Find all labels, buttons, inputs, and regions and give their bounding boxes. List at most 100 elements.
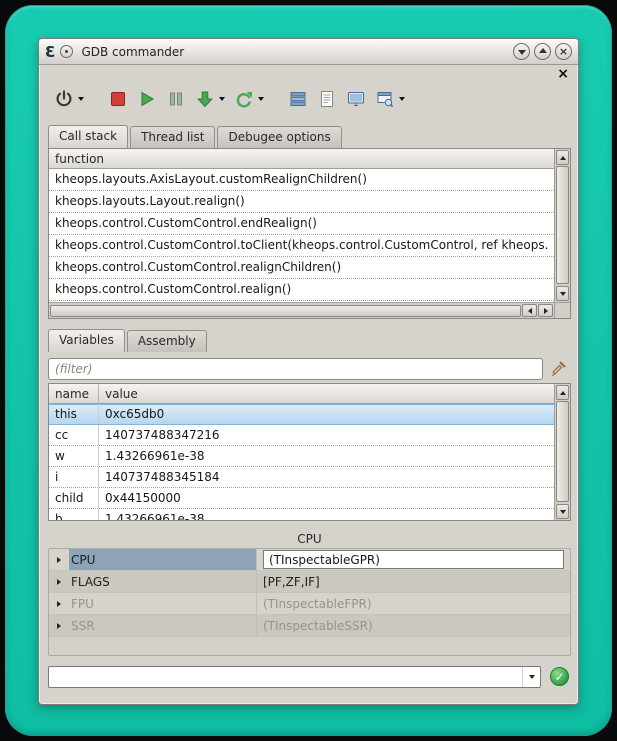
command-input[interactable]: [49, 667, 522, 687]
pause-button[interactable]: [163, 87, 189, 111]
cpu-row[interactable]: FPU (TInspectableFPR): [49, 593, 570, 615]
scrollbar-corner: [554, 302, 570, 318]
variable-row[interactable]: child 0x44150000: [49, 488, 554, 509]
stack-frame-row[interactable]: kheops.layouts.AxisLayout.customRealignC…: [49, 169, 554, 191]
variable-row[interactable]: i 140737488345184: [49, 467, 554, 488]
value-editor[interactable]: (TInspectableGPR): [263, 550, 564, 569]
tab-call-stack[interactable]: Call stack: [48, 125, 128, 148]
variable-value: 140737488345184: [99, 467, 554, 487]
scroll-up-button[interactable]: [556, 385, 569, 400]
minimize-button[interactable]: [513, 43, 530, 60]
close-button[interactable]: ×: [555, 43, 572, 60]
list-button[interactable]: [285, 87, 311, 111]
horizontal-scrollbar-thumb[interactable]: [50, 305, 521, 317]
maximize-button[interactable]: [534, 43, 551, 60]
cpu-row[interactable]: CPU (TInspectableGPR): [49, 549, 570, 571]
variable-row[interactable]: cc 140737488347216: [49, 425, 554, 446]
terminal-icon: [346, 89, 366, 109]
app-icon: Ɛ: [45, 44, 55, 60]
triangle-down-icon: [560, 510, 566, 514]
callstack-horizontal-scrollbar[interactable]: [49, 302, 554, 318]
command-row: ✓: [48, 665, 569, 688]
terminal-button[interactable]: [343, 87, 369, 111]
column-header-name[interactable]: name: [49, 384, 99, 403]
expander-icon[interactable]: [49, 571, 69, 592]
tab-variables[interactable]: Variables: [48, 329, 125, 352]
variable-value: 140737488347216: [99, 425, 554, 445]
callstack-table: function kheops.layouts.AxisLayout.custo…: [48, 148, 571, 319]
windows-button[interactable]: [372, 87, 408, 111]
column-header-function[interactable]: function: [49, 149, 110, 168]
triangle-down-icon: [529, 675, 535, 679]
chevron-down-icon[interactable]: [219, 97, 225, 101]
cpu-row[interactable]: FLAGS [PF,ZF,IF]: [49, 571, 570, 593]
register-group-value: (TInspectableFPR): [257, 593, 570, 614]
combobox-dropdown-button[interactable]: [522, 667, 540, 687]
step-button[interactable]: [192, 87, 228, 111]
variable-value: 1.43266961e-38: [99, 446, 554, 466]
clear-filter-button[interactable]: [547, 359, 569, 379]
tab-thread-list[interactable]: Thread list: [130, 126, 215, 148]
window-body: ×: [39, 65, 578, 704]
expander-icon[interactable]: [49, 549, 69, 570]
pause-icon: [166, 89, 186, 109]
scroll-left-button[interactable]: [522, 304, 537, 317]
filter-input[interactable]: [48, 358, 543, 380]
document-button[interactable]: [314, 87, 340, 111]
scroll-right-button[interactable]: [538, 304, 553, 317]
window-title: GDB commander: [81, 45, 508, 59]
tab-assembly[interactable]: Assembly: [127, 330, 207, 352]
triangle-up-icon: [560, 156, 566, 160]
titlebar[interactable]: Ɛ GDB commander ×: [39, 39, 578, 65]
variables-vertical-scrollbar[interactable]: [554, 384, 570, 520]
filter-row: [48, 357, 569, 380]
tab-debugee-options[interactable]: Debugee options: [217, 126, 341, 148]
register-group-name: FLAGS: [69, 571, 257, 592]
variable-row[interactable]: w 1.43266961e-38: [49, 446, 554, 467]
stack-frame-row[interactable]: kheops.control.CustomControl.realignChil…: [49, 257, 554, 279]
variable-value: 1.43266961e-38: [99, 509, 554, 520]
scroll-down-button[interactable]: [556, 286, 569, 301]
expander-icon[interactable]: [49, 615, 69, 636]
stack-frame-row[interactable]: kheops.layouts.Layout.realign(): [49, 191, 554, 213]
triangle-up-icon: [560, 391, 566, 395]
column-header-value[interactable]: value: [99, 384, 554, 403]
variables-table-header: name value: [49, 384, 554, 404]
expander-icon[interactable]: [49, 593, 69, 614]
continue-button[interactable]: [231, 87, 267, 111]
register-group-name: CPU: [69, 549, 257, 570]
panel-close-button[interactable]: ×: [557, 67, 569, 81]
triangle-left-icon: [528, 308, 532, 314]
triangle-down-icon: [560, 292, 566, 296]
start-debug-button[interactable]: [51, 87, 87, 111]
chevron-down-icon[interactable]: [258, 97, 264, 101]
stack-frame-row[interactable]: kheops.control.CustomControl.endRealign(…: [49, 213, 554, 235]
vertical-scrollbar-thumb[interactable]: [556, 166, 569, 284]
document-icon: [317, 89, 337, 109]
stop-button[interactable]: [105, 87, 131, 111]
cpu-groupbox-title: CPU: [48, 532, 571, 548]
cpu-groupbox: CPU CPU (TInspectableGPR) FLAGS: [48, 532, 571, 656]
vertical-scrollbar-thumb[interactable]: [556, 401, 569, 502]
register-group-value: (TInspectableSSR): [257, 615, 570, 636]
variable-name: w: [49, 446, 99, 466]
cpu-row[interactable]: SSR (TInspectableSSR): [49, 615, 570, 637]
register-group-value: (TInspectableGPR): [257, 549, 570, 570]
triangle-right-icon: [57, 623, 61, 629]
chevron-down-icon[interactable]: [78, 97, 84, 101]
variable-row[interactable]: b 1.43266961e-38: [49, 509, 554, 520]
pin-button[interactable]: [60, 45, 73, 58]
stack-frame-row[interactable]: kheops.control.CustomControl.realign(): [49, 279, 554, 301]
submit-command-button[interactable]: ✓: [550, 667, 569, 686]
command-combobox[interactable]: [48, 666, 541, 688]
stop-icon: [108, 89, 128, 109]
scroll-up-button[interactable]: [556, 150, 569, 165]
register-group-value: [PF,ZF,IF]: [257, 571, 570, 592]
chevron-down-icon[interactable]: [399, 97, 405, 101]
screenshot-root: Ɛ GDB commander × ×: [0, 0, 617, 741]
stack-frame-row[interactable]: kheops.control.CustomControl.toClient(kh…: [49, 235, 554, 257]
variable-row[interactable]: this 0xc65db0: [49, 404, 554, 425]
scroll-down-button[interactable]: [556, 504, 569, 519]
run-button[interactable]: [134, 87, 160, 111]
callstack-vertical-scrollbar[interactable]: [554, 149, 570, 302]
